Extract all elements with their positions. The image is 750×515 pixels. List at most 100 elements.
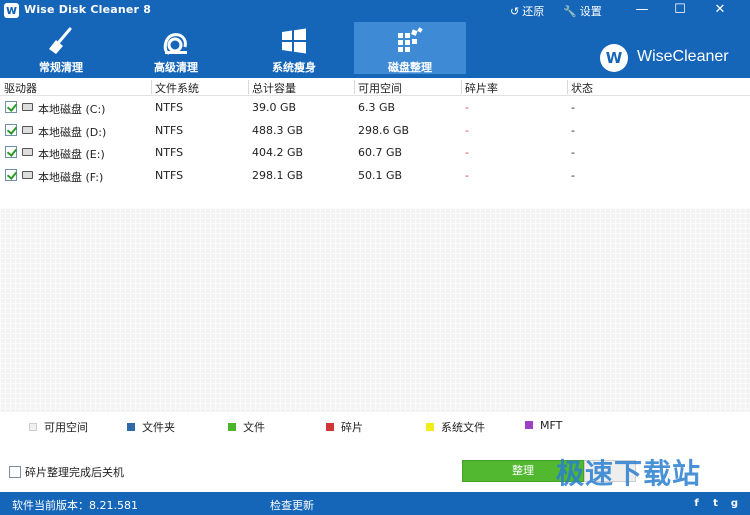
- drive-checkbox[interactable]: [5, 168, 17, 181]
- header-filesystem: 文件系统: [155, 82, 199, 95]
- drive-free: 298.6 GB: [358, 123, 410, 137]
- vacuum-icon: [163, 33, 187, 55]
- tab-label: 磁盘整理: [388, 61, 432, 74]
- checkbox-box[interactable]: [9, 466, 21, 478]
- check-update-link[interactable]: 检查更新: [270, 497, 314, 513]
- file-swatch: [228, 423, 236, 431]
- table-row[interactable]: 本地磁盘 (F:) NTFS 298.1 GB 50.1 GB - -: [0, 164, 750, 187]
- header-fragmentation: 碎片率: [465, 82, 498, 95]
- drive-fragmentation: -: [465, 123, 469, 137]
- twitter-icon[interactable]: t: [710, 498, 721, 509]
- tab-advanced-clean[interactable]: 高级清理: [120, 22, 232, 74]
- legend-item-folder: 文件夹: [127, 419, 175, 435]
- table-header: 驱动器 文件系统 总计容量 可用空间 碎片率 状态: [0, 78, 750, 96]
- settings-button[interactable]: 🔧 设置: [563, 3, 602, 19]
- drive-filesystem: NTFS: [155, 146, 184, 159]
- system-file-swatch: [426, 423, 434, 431]
- google-plus-icon[interactable]: g: [729, 498, 740, 509]
- free-space-swatch: [29, 423, 37, 431]
- tab-disk-defrag[interactable]: 磁盘整理: [354, 22, 466, 74]
- broom-icon: [49, 27, 72, 54]
- windows-icon: [282, 28, 306, 54]
- header-free: 可用空间: [358, 82, 402, 95]
- drive-table: 驱动器 文件系统 总计容量 可用空间 碎片率 状态 本地磁盘 (C:) NTFS…: [0, 78, 750, 186]
- drive-total: 488.3 GB: [252, 123, 304, 137]
- watermark: 极速下载站: [556, 457, 702, 490]
- table-row[interactable]: 本地磁盘 (E:) NTFS 404.2 GB 60.7 GB - -: [0, 141, 750, 164]
- tab-label: 常规清理: [39, 61, 83, 74]
- drive-fragmentation: -: [465, 101, 469, 114]
- drive-filesystem: NTFS: [155, 123, 184, 137]
- column-separator[interactable]: [248, 80, 249, 94]
- drive-status: -: [571, 168, 575, 182]
- tab-label: 系统瘦身: [272, 61, 316, 74]
- close-button[interactable]: ✕: [707, 1, 733, 19]
- drive-free: 60.7 GB: [358, 146, 403, 159]
- legend-item-fragment: 碎片: [326, 419, 363, 435]
- maximize-icon: ☐: [674, 2, 686, 17]
- table-row[interactable]: 本地磁盘 (C:) NTFS 39.0 GB 6.3 GB - -: [0, 96, 750, 119]
- status-bar: 软件当前版本：8.21.581 检查更新 f t g: [0, 492, 750, 515]
- header-total: 总计容量: [252, 82, 296, 95]
- drive-name: 本地磁盘 (F:): [38, 170, 104, 184]
- header-status: 状态: [571, 82, 593, 95]
- drive-total: 298.1 GB: [252, 168, 304, 182]
- title-bar: w Wise Disk Cleaner 8 ↺ 还原 🔧 设置 — ☐ ✕: [0, 0, 750, 22]
- restore-icon: ↺: [510, 5, 520, 18]
- table-row[interactable]: 本地磁盘 (D:) NTFS 488.3 GB 298.6 GB - -: [0, 119, 750, 142]
- drive-filesystem: NTFS: [155, 168, 184, 182]
- drive-name: 本地磁盘 (E:): [38, 148, 105, 161]
- hard-drive-icon: [22, 148, 33, 156]
- legend-item-free-space: 可用空间: [29, 419, 88, 435]
- app-title: Wise Disk Cleaner 8: [24, 3, 152, 16]
- column-separator[interactable]: [461, 80, 462, 94]
- folder-swatch: [127, 423, 135, 431]
- drive-free: 50.1 GB: [358, 168, 403, 182]
- app-logo-icon: w: [4, 3, 19, 18]
- drive-fragmentation: -: [465, 168, 469, 182]
- drive-status: -: [571, 146, 575, 159]
- brand-name: WiseCleaner: [637, 48, 729, 65]
- defrag-icon: [398, 27, 423, 52]
- brand-logo-icon: W: [600, 44, 628, 72]
- shutdown-after-defrag-checkbox[interactable]: 碎片整理完成后关机: [9, 464, 124, 480]
- minimize-button[interactable]: —: [629, 1, 655, 19]
- version-text: 软件当前版本：8.21.581: [12, 499, 138, 512]
- header: w Wise Disk Cleaner 8 ↺ 还原 🔧 设置 — ☐ ✕ 常规清理…: [0, 0, 750, 78]
- hard-drive-icon: [22, 103, 33, 111]
- fragment-swatch: [326, 423, 334, 431]
- hard-drive-icon: [22, 170, 33, 179]
- drive-checkbox[interactable]: [5, 123, 17, 136]
- column-separator[interactable]: [567, 80, 568, 94]
- close-icon: ✕: [714, 2, 726, 17]
- drive-fragmentation: -: [465, 146, 469, 159]
- minimize-icon: —: [635, 2, 649, 17]
- drive-free: 6.3 GB: [358, 101, 396, 114]
- wrench-icon: 🔧: [563, 5, 577, 18]
- drive-status: -: [571, 101, 575, 114]
- legend-item-mft: MFT: [525, 419, 562, 432]
- legend-item-file: 文件: [228, 419, 265, 435]
- drive-total: 39.0 GB: [252, 101, 297, 114]
- mft-swatch: [525, 421, 533, 429]
- column-separator[interactable]: [151, 80, 152, 94]
- tab-common-clean[interactable]: 常规清理: [5, 22, 117, 74]
- header-drive: 驱动器: [4, 82, 37, 95]
- drive-checkbox[interactable]: [5, 101, 17, 113]
- drive-name: 本地磁盘 (D:): [38, 125, 107, 139]
- drive-total: 404.2 GB: [252, 146, 304, 159]
- maximize-button[interactable]: ☐: [667, 1, 693, 19]
- drive-filesystem: NTFS: [155, 101, 184, 114]
- drive-name: 本地磁盘 (C:): [38, 103, 106, 116]
- tab-label: 高级清理: [154, 61, 198, 74]
- map-legend: 可用空间 文件夹 文件 碎片 系统文件 MFT: [0, 412, 750, 438]
- restore-button[interactable]: ↺ 还原: [510, 3, 544, 19]
- column-separator[interactable]: [354, 80, 355, 94]
- disk-cluster-map: [0, 208, 750, 412]
- tab-system-slim[interactable]: 系统瘦身: [238, 22, 350, 74]
- hard-drive-icon: [22, 125, 33, 134]
- drive-status: -: [571, 123, 575, 137]
- drive-checkbox[interactable]: [5, 146, 17, 158]
- legend-item-system-file: 系统文件: [426, 419, 485, 435]
- facebook-icon[interactable]: f: [691, 498, 702, 509]
